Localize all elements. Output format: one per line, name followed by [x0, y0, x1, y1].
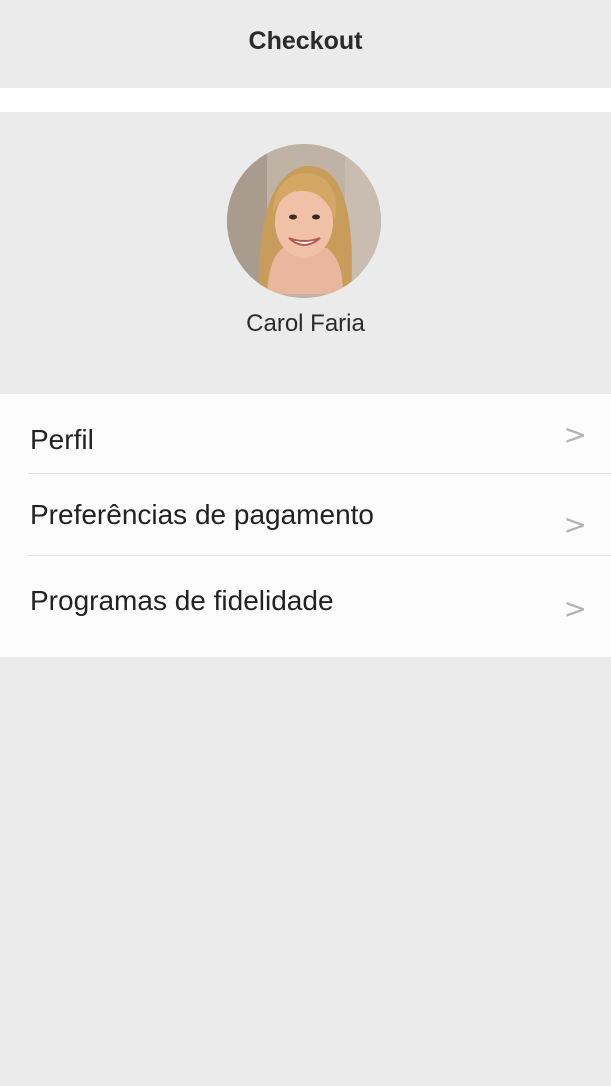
menu-item-perfil[interactable]: Perfil >: [0, 394, 611, 473]
header-bar: Checkout: [0, 0, 611, 88]
chevron-right-icon: >: [563, 418, 587, 451]
page-title: Checkout: [248, 26, 363, 55]
avatar[interactable]: [227, 144, 381, 298]
menu-item-preferencias-de-pagamento[interactable]: Preferências de pagamento >: [0, 474, 611, 555]
profile-name: Carol Faria: [246, 310, 365, 337]
profile-photo-icon: [227, 144, 381, 298]
chevron-right-icon: >: [563, 508, 587, 541]
menu-item-programas-de-fidelidade[interactable]: Programas de fidelidade >: [0, 556, 611, 657]
chevron-right-icon: >: [563, 592, 587, 625]
menu-item-label: Preferências de pagamento: [30, 499, 374, 530]
profile-section: Carol Faria: [0, 112, 611, 394]
menu-item-label: Programas de fidelidade: [30, 585, 334, 616]
header-separator: [0, 88, 611, 112]
settings-menu: Perfil > Preferências de pagamento > Pro…: [0, 394, 611, 657]
menu-item-label: Perfil: [30, 424, 94, 455]
